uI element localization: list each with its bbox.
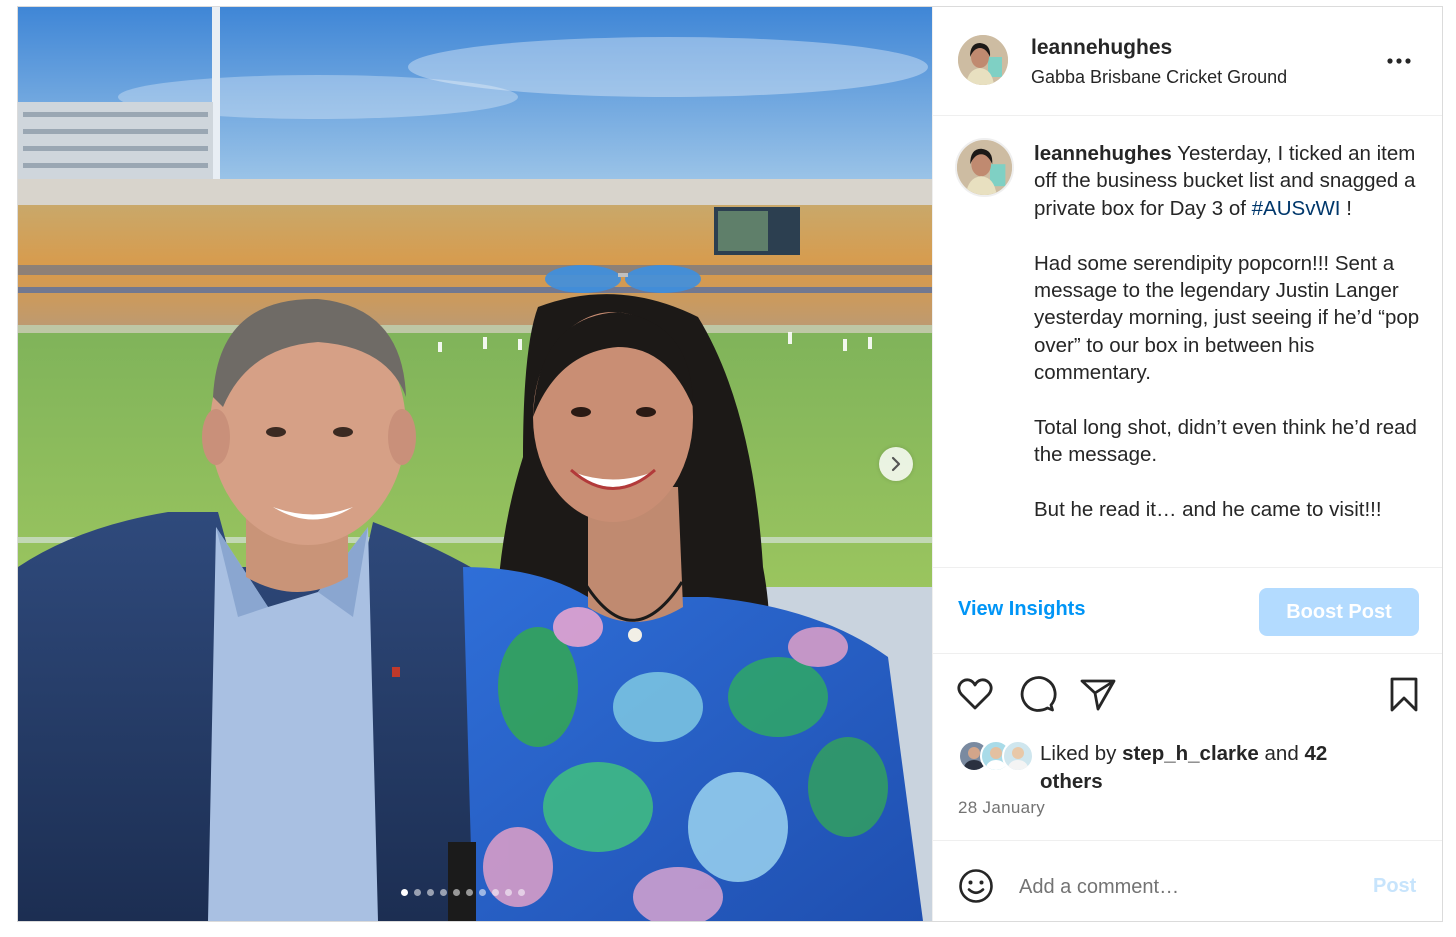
chevron-right-icon [891,456,901,472]
share-icon [1080,679,1116,711]
instagram-post: leannehughes Gabba Brisbane Cricket Grou… [17,6,1443,922]
hashtag-link[interactable]: #AUSvWI [1252,197,1341,220]
post-date[interactable]: 28 January [958,798,1045,818]
avatar-image [957,140,1012,195]
liker-username[interactable]: step_h_clarke [1122,742,1259,765]
carousel-dot[interactable] [414,889,421,896]
more-options-button[interactable] [1384,51,1414,71]
likes-text: Liked by step_h_clarke and 42 others [1040,740,1380,795]
carousel-dot[interactable] [466,889,473,896]
comment-button[interactable] [1017,674,1057,714]
stadium-selfie-image [18,7,932,921]
carousel-dot[interactable] [505,889,512,896]
author-username[interactable]: leannehughes [1031,36,1172,60]
avatar [1002,740,1034,772]
comment-input[interactable] [1017,867,1351,907]
author-avatar[interactable] [958,35,1008,85]
post-photo[interactable] [18,7,932,921]
caption-text: ! [1340,196,1352,220]
emoji-button[interactable] [958,868,994,904]
carousel-dot[interactable] [492,889,499,896]
emoji-icon [959,869,993,903]
carousel-dot[interactable] [401,889,408,896]
comment-icon [1020,676,1057,712]
carousel-dot[interactable] [427,889,434,896]
post-caption: leannehughes Yesterday, I ticked an item… [1034,140,1424,524]
boost-post-button[interactable]: Boost Post [1259,588,1419,636]
post-actions [933,653,1442,744]
insights-bar: View Insights Boost Post [933,567,1442,654]
caption-paragraph: Total long shot, didn’t even think he’d … [1034,416,1417,467]
carousel-dot[interactable] [479,889,486,896]
save-button[interactable] [1384,674,1424,714]
caption-avatar[interactable] [955,138,1014,197]
likes-prefix: Liked by [1040,742,1123,765]
carousel-dot[interactable] [453,889,460,896]
liker-avatars[interactable] [958,740,1038,772]
carousel-indicator [401,889,525,896]
avatar-image [1007,747,1029,770]
post-location[interactable]: Gabba Brisbane Cricket Ground [1031,67,1287,88]
view-insights-link[interactable]: View Insights [958,598,1085,621]
caption-paragraph: But he read it… and he came to visit!!! [1034,498,1382,522]
bookmark-icon [1390,677,1418,712]
post-comment-button[interactable]: Post [1373,875,1416,898]
avatar-image [958,35,1008,85]
share-button[interactable] [1078,674,1118,714]
next-photo-button[interactable] [879,447,913,481]
like-button[interactable] [955,674,995,714]
caption-username[interactable]: leannehughes [1034,142,1172,165]
carousel-dot[interactable] [440,889,447,896]
post-details-panel: leannehughes Gabba Brisbane Cricket Grou… [932,7,1442,921]
caption-section: leannehughes Yesterday, I ticked an item… [933,116,1442,567]
carousel-dot[interactable] [518,889,525,896]
likes-middle: and [1258,742,1305,765]
more-icon [1387,58,1411,64]
caption-paragraph: Had some serendipity popcorn!!! Sent a m… [1034,251,1420,385]
comment-composer: Post [933,840,1442,921]
post-header: leannehughes Gabba Brisbane Cricket Grou… [933,7,1442,116]
heart-icon [957,678,993,710]
